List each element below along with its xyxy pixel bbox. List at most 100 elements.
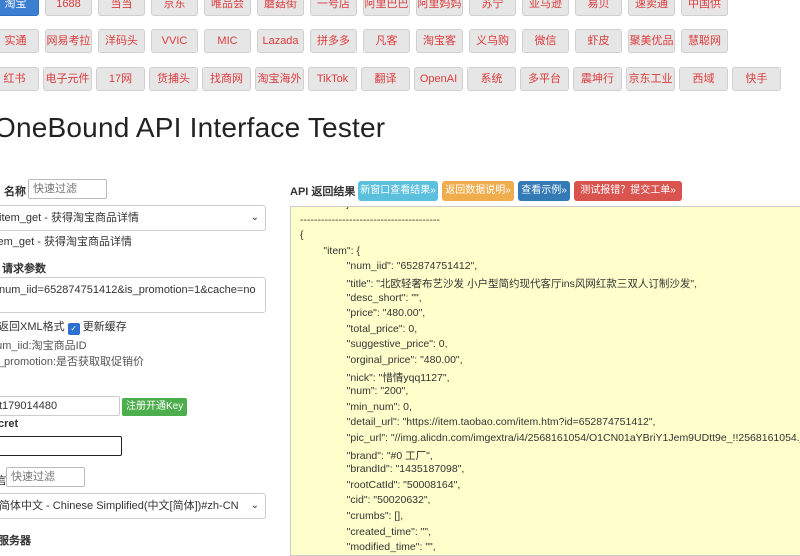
secret-input[interactable] [0,436,122,456]
chevron-down-icon: ⌄ [250,212,259,223]
result-line: "created_time": "", [300,525,432,538]
api-select-value: item_get - 获得淘宝商品详情 [0,212,139,224]
platform-button[interactable]: 快手 [732,67,781,91]
platform-button[interactable]: 震坤行 [573,67,622,91]
result-line: Result Object: [300,207,366,210]
result-line: "modified_time": "", [300,541,436,554]
platform-button[interactable]: 阿里妈妈 [416,0,463,16]
platform-row-3: 红书 电子元件 17网 货捕头 找商网 淘宝海外 TikTok 翻译 OpenAI 系统 多平台 震坤… [0,67,800,91]
platform-button[interactable]: 网易考拉 [45,29,92,53]
result-line: "rootCatId": "50008164", [300,478,461,491]
platform-row-1: 淘宝 1688 当当 京东 唯品会 蘑菇街 一号店 阿里巴巴 阿里妈妈 苏宁 亚马逊 易贝 速卖通 中国供 [0,0,800,16]
platform-button[interactable]: 易贝 [575,0,622,16]
result-line: { [300,229,304,242]
platform-button[interactable]: 虾皮 [575,29,622,53]
result-line: "detail_url": "https://item.taobao.com/i… [300,416,656,429]
platform-button[interactable]: 阿里巴巴 [363,0,410,16]
platform-button[interactable]: VVIC [151,29,198,53]
result-line: "title": "北欧轻奢布艺沙发 小户型简约现代客厅ins风网红款三双人订制… [300,278,698,290]
platform-button[interactable]: 多平台 [520,67,569,91]
example-button[interactable]: 查看示例» [518,181,570,201]
platform-button[interactable]: 1688 [45,0,92,16]
api-select[interactable]: item_get - 获得淘宝商品详情 ⌄ [0,205,266,231]
chevron-down-icon: ⌄ [250,500,259,511]
params-label: 请求参数 [2,263,46,275]
report-button[interactable]: 测试报错？提交工单» [574,181,682,201]
result-line: ---------------------------------------- [300,213,440,226]
result-line: "pic_url": "//img.alicdn.com/imgextra/i4… [300,432,800,444]
platform-button[interactable]: 淘宝海外 [255,67,304,91]
lang-select-value: 简体中文 - Chinese Simplified(中文[简体])#zh-CN [0,500,239,512]
platform-button[interactable]: OpenAI [414,67,463,91]
platform-button[interactable]: 京东 [151,0,198,16]
platform-button[interactable]: 红书 [0,67,39,91]
result-output[interactable]: Result Object: --------------------------… [290,206,800,556]
platform-button[interactable]: 微信 [522,29,569,53]
platform-button[interactable]: 洋码头 [98,29,145,53]
register-key-button[interactable]: 注册开通Key [122,398,188,416]
api-description: item_get - 获得淘宝商品详情 [0,236,132,248]
platform-button[interactable]: MIC [204,29,251,53]
platform-button[interactable]: 淘宝 [0,0,39,16]
platform-button[interactable]: 一号店 [310,0,357,16]
platform-button[interactable]: 慧聪网 [681,29,728,53]
param-hint-promotion: is_promotion:是否获取取促销价 [0,356,145,368]
secret-label: cret [0,418,19,430]
result-line: "nick": "惜情yqq1127", [300,371,450,384]
platform-button[interactable]: 速卖通 [628,0,675,16]
page-title: OneBound API Interface Tester [0,112,386,143]
platform-button[interactable]: 义乌购 [469,29,516,53]
result-line: "desc_short": "", [300,291,422,304]
platform-button[interactable]: Lazada [257,29,304,53]
xml-format-label: 返回XML格式 [0,321,65,333]
result-label: API 返回结果 [290,186,356,198]
return-desc-button[interactable]: 返回数据说明» [442,181,514,201]
platform-button[interactable]: 电子元件 [43,67,92,91]
server-label: 服务器 [0,535,31,547]
cache-checkbox[interactable]: ✓ [67,323,80,335]
platform-button[interactable]: 西域 [679,67,728,91]
api-key-input[interactable] [0,396,120,416]
result-line: "item": { [300,244,360,257]
result-line: "brand": "#0 工厂", [300,449,433,462]
platform-button[interactable]: 翻译 [361,67,410,91]
lang-filter-input[interactable] [6,467,85,487]
platform-button[interactable]: 系统 [467,67,516,91]
result-line: "cid": "50020632", [300,494,431,507]
platform-button[interactable]: 京东工业 [626,67,675,91]
platform-row-2: 实通 网易考拉 洋码头 VVIC MIC Lazada 拼多多 凡客 淘宝客 义乌购 微信 虾皮 聚美优… [0,29,800,53]
platform-button[interactable]: 中国供 [681,0,728,16]
result-line: "num_iid": "652874751412", [300,260,478,273]
result-line: "brandId": "1435187098", [300,463,465,476]
xml-format-option: 返回XML格式 ✓ 更新缓存 [0,318,127,335]
params-textarea[interactable]: num_iid=652874751412&is_promotion=1&cach… [0,277,266,313]
name-filter-input[interactable] [28,179,107,199]
param-hint-num-iid: num_iid:淘宝商品ID [0,340,87,352]
platform-button[interactable]: 拼多多 [310,29,357,53]
result-line: "min_num": 0, [300,400,412,413]
result-line: "num": "200", [300,385,409,398]
platform-button[interactable]: 淘宝客 [416,29,463,53]
platform-button[interactable]: 找商网 [202,67,251,91]
platform-button[interactable]: 唯品会 [204,0,251,16]
platform-button[interactable]: 苏宁 [469,0,516,16]
result-line: "price": "480.00", [300,307,426,320]
platform-button[interactable]: 聚美优品 [628,29,675,53]
platform-button[interactable]: 蘑菇街 [257,0,304,16]
platform-button[interactable]: 亚马逊 [522,0,569,16]
platform-button[interactable]: 17网 [96,67,145,91]
platform-button[interactable]: TikTok [308,67,357,91]
platform-button[interactable]: 当当 [98,0,145,16]
params-value: num_iid=652874751412&is_promotion=1&cach… [0,284,256,296]
result-line: "suggestive_price": 0, [300,338,448,351]
platform-button[interactable]: 货捕头 [149,67,198,91]
result-line: "orginal_price": "480.00", [300,354,463,366]
platform-button[interactable]: 实通 [0,29,39,53]
result-line: "total_price": 0, [300,322,418,335]
lang-select[interactable]: 简体中文 - Chinese Simplified(中文[简体])#zh-CN … [0,493,266,519]
name-label: 名称 [4,186,26,198]
platform-button[interactable]: 凡客 [363,29,410,53]
cache-label: 更新缓存 [82,321,127,333]
result-line: "crumbs": [], [300,510,404,522]
new-window-button[interactable]: 新窗口查看结果» [358,181,438,201]
